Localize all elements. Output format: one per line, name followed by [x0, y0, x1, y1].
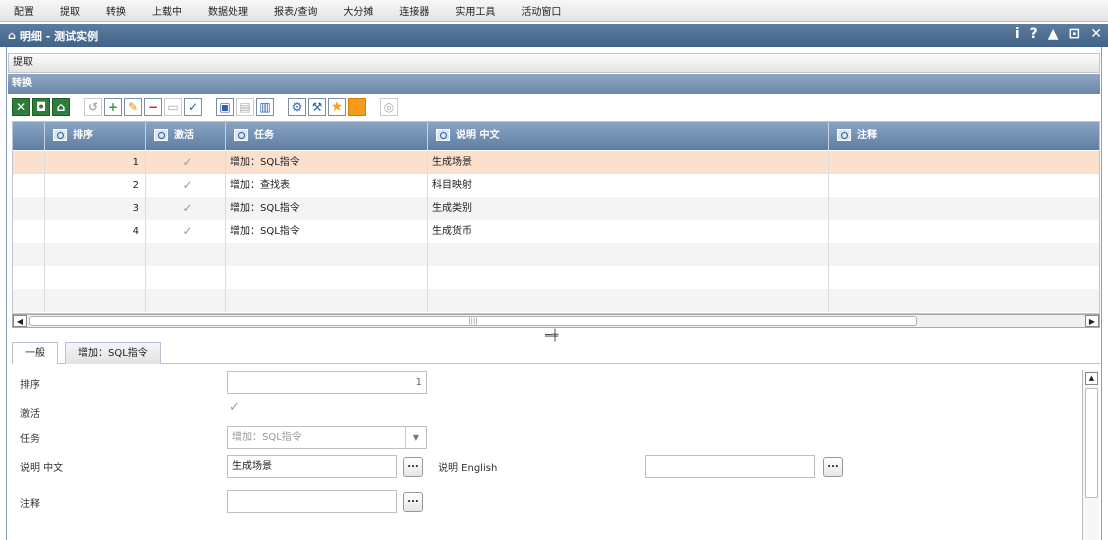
close-icon[interactable]: ✕	[1090, 26, 1102, 42]
search-icon[interactable]	[234, 129, 248, 141]
active-checkbox[interactable]: ✓	[146, 174, 226, 197]
run-icon[interactable]: ◎	[380, 98, 398, 116]
scroll-thumb[interactable]: ||||	[29, 316, 917, 326]
excel-icon[interactable]: ✕	[12, 98, 30, 116]
desc-en-label: 说明 English	[438, 463, 498, 474]
active-checkbox[interactable]: ✓	[146, 151, 226, 174]
row-selector-header	[13, 122, 45, 150]
confirm-icon[interactable]: ✓	[184, 98, 202, 116]
menu-connector[interactable]: 连接器	[399, 3, 429, 18]
menu-utilities[interactable]: 实用工具	[455, 3, 495, 18]
refresh-db-icon[interactable]: ◘	[32, 98, 50, 116]
header-active[interactable]: 激活	[146, 122, 226, 150]
search-icon[interactable]	[837, 129, 851, 141]
menu-data-processing[interactable]: 数据处理	[208, 3, 248, 18]
section-extract[interactable]: 提取	[8, 53, 1100, 73]
desc-en-edit-button[interactable]: ...	[823, 457, 843, 477]
section-transform[interactable]: 转换	[8, 74, 1100, 94]
undo-icon[interactable]: ↺	[84, 98, 102, 116]
paste-icon[interactable]: ▤	[236, 98, 254, 116]
table-row[interactable]: 1 ✓ 增加：SQL指令 生成场景	[13, 151, 1099, 174]
table-row[interactable]: 4 ✓ 增加：SQL指令 生成货币	[13, 220, 1099, 243]
task-grid: 排序 激活 任务 说明 中文 注释 1 ✓ 增加：SQL指令 生成场景 2 ✓ …	[12, 121, 1100, 314]
header-task[interactable]: 任务	[226, 122, 428, 150]
desc-cn-edit-button[interactable]: ...	[403, 457, 423, 477]
window-titlebar: ⌂ 明细 - 测试实例 i ? ▲ ⊡ ✕	[0, 24, 1108, 47]
tool-icon[interactable]: ⚒	[308, 98, 326, 116]
order-label: 排序	[20, 380, 40, 391]
desc-cn-field[interactable]: 生成场景	[227, 455, 397, 478]
menu-active-window[interactable]: 活动窗口	[521, 3, 561, 18]
edit-icon[interactable]: ✎	[124, 98, 142, 116]
menu-bar: 配置 提取 转换 上载中 数据处理 报表/查询 大分摊 连接器 实用工具 活动窗…	[0, 0, 1108, 22]
scroll-left-icon[interactable]: ◀	[13, 315, 27, 327]
tab-general[interactable]: 一般	[12, 342, 58, 365]
add-icon[interactable]: +	[104, 98, 122, 116]
star-icon[interactable]: ★	[328, 98, 346, 116]
delete-icon[interactable]: −	[144, 98, 162, 116]
table-row[interactable]: 2 ✓ 增加：查找表 科目映射	[13, 174, 1099, 197]
window-icon: ⌂	[8, 29, 16, 42]
search-icon[interactable]	[154, 129, 168, 141]
active-checkbox[interactable]: ✓	[146, 220, 226, 243]
window-title: 明细 - 测试实例	[19, 29, 99, 43]
active-checkbox[interactable]: ✓	[146, 197, 226, 220]
active-checkbox[interactable]: ✓	[229, 400, 240, 415]
note-field[interactable]	[227, 490, 397, 513]
settings-icon[interactable]: ⚙	[288, 98, 306, 116]
horizontal-scrollbar[interactable]: ◀ |||| ▶	[12, 314, 1100, 328]
maximize-icon[interactable]: ⊡	[1069, 26, 1081, 42]
empty-row	[13, 243, 1099, 266]
color-icon[interactable]	[348, 98, 366, 116]
desc-cn-label: 说明 中文	[20, 463, 64, 474]
empty-row	[13, 266, 1099, 289]
menu-transform[interactable]: 转换	[106, 3, 126, 18]
order-field[interactable]: 1	[227, 371, 427, 394]
detail-tabs: 一般 增加：SQL指令	[12, 342, 1100, 365]
splitter-handle-icon[interactable]: ═╪	[545, 329, 558, 342]
scroll-thumb[interactable]	[1085, 388, 1098, 498]
chevron-down-icon[interactable]: ▼	[405, 427, 426, 448]
save-icon[interactable]: ▭	[164, 98, 182, 116]
grid-header: 排序 激活 任务 说明 中文 注释	[13, 122, 1099, 150]
info-icon[interactable]: i	[1015, 26, 1020, 42]
note-edit-button[interactable]: ...	[403, 492, 423, 512]
table-row[interactable]: 3 ✓ 增加：SQL指令 生成类别	[13, 197, 1099, 220]
menu-upload[interactable]: 上载中	[152, 3, 182, 18]
menu-config[interactable]: 配置	[14, 3, 34, 18]
note-label: 注释	[20, 499, 40, 510]
header-note[interactable]: 注释	[829, 122, 1099, 150]
home-icon[interactable]: ⌂	[52, 98, 70, 116]
vertical-scrollbar[interactable]: ▲	[1082, 370, 1099, 540]
header-order[interactable]: 排序	[45, 122, 146, 150]
collapse-icon[interactable]: ▲	[1048, 26, 1059, 42]
active-label: 激活	[20, 409, 40, 420]
menu-allocation[interactable]: 大分摊	[343, 3, 373, 18]
copy-icon[interactable]: ▣	[216, 98, 234, 116]
menu-report-query[interactable]: 报表/查询	[274, 3, 317, 18]
header-desc-cn[interactable]: 说明 中文	[428, 122, 829, 150]
search-icon[interactable]	[436, 129, 450, 141]
task-label: 任务	[20, 434, 40, 445]
scroll-up-icon[interactable]: ▲	[1085, 372, 1098, 385]
paste-special-icon[interactable]: ▥	[256, 98, 274, 116]
menu-extract[interactable]: 提取	[60, 3, 80, 18]
tab-sql-command[interactable]: 增加：SQL指令	[65, 342, 161, 364]
scroll-right-icon[interactable]: ▶	[1085, 315, 1099, 327]
toolbar: ✕ ◘ ⌂ ↺ + ✎ − ▭ ✓ ▣ ▤ ▥ ⚙ ⚒ ★ ◎	[12, 96, 400, 118]
search-icon[interactable]	[53, 129, 67, 141]
empty-row	[13, 289, 1099, 312]
desc-en-field[interactable]	[645, 455, 815, 478]
help-icon[interactable]: ?	[1030, 26, 1038, 42]
task-select[interactable]: 增加：SQL指令 ▼	[227, 426, 427, 449]
